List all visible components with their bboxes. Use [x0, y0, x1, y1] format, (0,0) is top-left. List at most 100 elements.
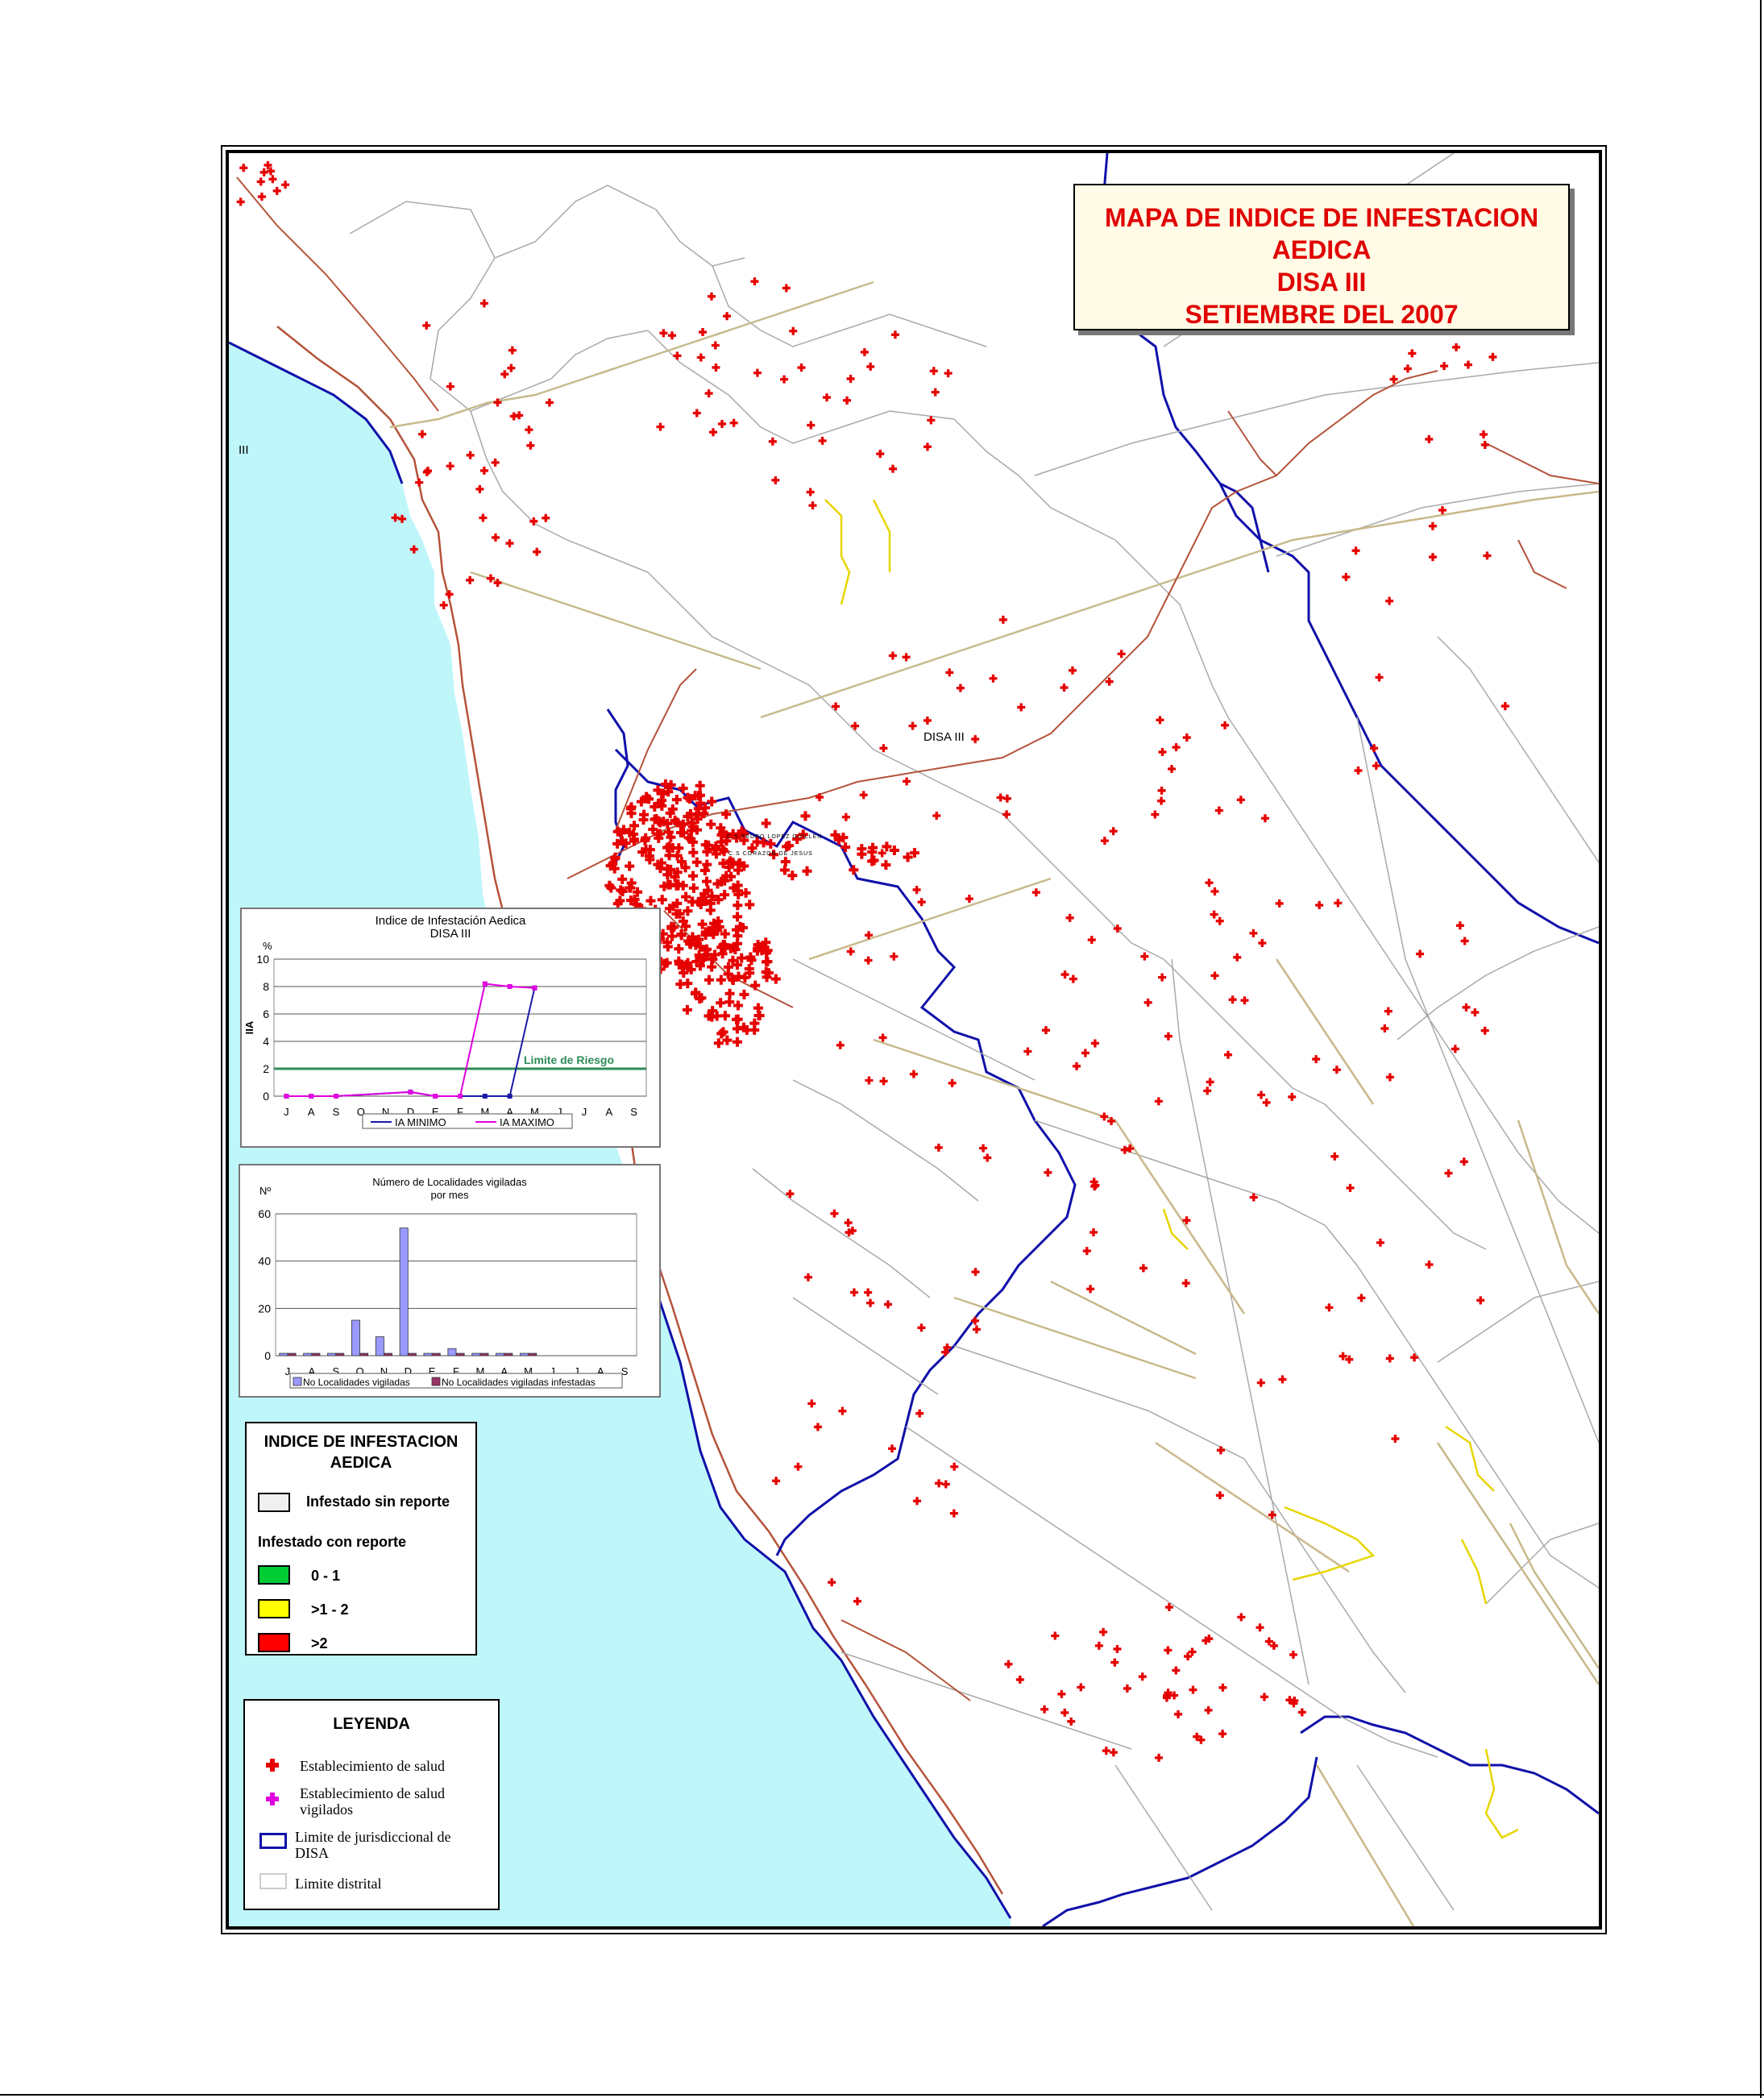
- health-facility-marker[interactable]: [439, 600, 448, 609]
- health-facility-marker[interactable]: [707, 962, 717, 972]
- health-facility-marker[interactable]: [1262, 1098, 1271, 1107]
- health-facility-marker[interactable]: [1389, 375, 1398, 384]
- health-facility-marker[interactable]: [479, 513, 488, 522]
- health-facility-marker[interactable]: [888, 1444, 897, 1453]
- health-facility-marker[interactable]: [971, 1268, 980, 1277]
- health-facility-marker[interactable]: [656, 422, 665, 431]
- health-facility-marker[interactable]: [1275, 899, 1284, 908]
- health-facility-marker[interactable]: [1089, 1228, 1098, 1236]
- health-facility-marker[interactable]: [807, 1399, 816, 1408]
- health-facility-marker[interactable]: [864, 1288, 873, 1297]
- health-facility-marker[interactable]: [836, 1041, 845, 1049]
- health-facility-marker[interactable]: [682, 1004, 692, 1015]
- health-facility-marker[interactable]: [1476, 1296, 1485, 1305]
- health-facility-marker[interactable]: [691, 857, 702, 867]
- health-facility-marker[interactable]: [923, 716, 932, 725]
- health-facility-marker[interactable]: [1117, 650, 1126, 658]
- health-facility-marker[interactable]: [667, 331, 676, 340]
- health-facility-marker[interactable]: [257, 193, 266, 201]
- health-facility-marker[interactable]: [927, 416, 936, 425]
- health-facility-marker[interactable]: [782, 284, 791, 293]
- health-facility-marker[interactable]: [761, 818, 771, 829]
- health-facility-marker[interactable]: [1073, 1061, 1081, 1070]
- health-facility-marker[interactable]: [1210, 887, 1219, 896]
- health-facility-marker[interactable]: [909, 1070, 918, 1078]
- health-facility-marker[interactable]: [1041, 1026, 1050, 1035]
- health-facility-marker[interactable]: [828, 1578, 836, 1587]
- health-facility-marker[interactable]: [979, 1144, 988, 1153]
- health-facility-marker[interactable]: [846, 947, 855, 956]
- health-facility-marker[interactable]: [917, 1323, 926, 1332]
- health-facility-marker[interactable]: [846, 374, 855, 383]
- health-facility-marker[interactable]: [913, 1497, 922, 1506]
- health-facility-marker[interactable]: [466, 575, 475, 584]
- health-facility-marker[interactable]: [935, 1479, 944, 1488]
- health-facility-marker[interactable]: [1077, 1683, 1085, 1692]
- health-facility-marker[interactable]: [1120, 1145, 1129, 1154]
- health-facility-marker[interactable]: [505, 539, 514, 548]
- health-facility-marker[interactable]: [1164, 1032, 1173, 1041]
- health-facility-marker[interactable]: [698, 328, 707, 337]
- health-facility-marker[interactable]: [1002, 810, 1011, 819]
- health-facility-marker[interactable]: [1416, 949, 1425, 958]
- health-facility-marker[interactable]: [1488, 352, 1497, 361]
- health-facility-marker[interactable]: [466, 451, 475, 459]
- health-facility-marker[interactable]: [446, 462, 454, 471]
- health-facility-marker[interactable]: [729, 418, 738, 427]
- health-facility-marker[interactable]: [281, 181, 290, 189]
- health-facility-marker[interactable]: [912, 885, 921, 894]
- health-facility-marker[interactable]: [732, 1024, 742, 1034]
- health-facility-marker[interactable]: [486, 574, 495, 583]
- health-facility-marker[interactable]: [1256, 1378, 1265, 1387]
- health-facility-marker[interactable]: [1210, 971, 1219, 980]
- health-facility-marker[interactable]: [625, 861, 635, 871]
- health-facility-marker[interactable]: [1051, 1631, 1060, 1640]
- health-facility-marker[interactable]: [1330, 1152, 1339, 1161]
- health-facility-marker[interactable]: [479, 299, 488, 308]
- health-facility-marker[interactable]: [1109, 827, 1118, 836]
- health-facility-marker[interactable]: [1157, 786, 1166, 795]
- health-facility-marker[interactable]: [1164, 1646, 1173, 1655]
- health-facility-marker[interactable]: [1459, 1157, 1468, 1166]
- health-facility-marker[interactable]: [1082, 1247, 1091, 1256]
- health-facility-marker[interactable]: [840, 842, 851, 853]
- health-facility-marker[interactable]: [903, 777, 911, 786]
- health-facility-marker[interactable]: [1269, 1641, 1278, 1650]
- health-facility-marker[interactable]: [1139, 1264, 1148, 1273]
- health-facility-marker[interactable]: [696, 353, 705, 362]
- health-facility-marker[interactable]: [879, 1077, 888, 1086]
- health-facility-marker[interactable]: [1060, 1708, 1069, 1717]
- health-facility-marker[interactable]: [500, 370, 509, 379]
- health-facility-marker[interactable]: [1203, 1086, 1212, 1095]
- health-facility-marker[interactable]: [1172, 1666, 1181, 1675]
- health-facility-marker[interactable]: [1471, 1008, 1480, 1017]
- health-facility-marker[interactable]: [1154, 1097, 1163, 1106]
- health-facility-marker[interactable]: [866, 1298, 875, 1307]
- health-facility-marker[interactable]: [475, 484, 484, 493]
- health-facility-marker[interactable]: [705, 905, 716, 916]
- health-facility-marker[interactable]: [902, 653, 911, 662]
- health-facility-marker[interactable]: [526, 441, 535, 450]
- health-facility-marker[interactable]: [1100, 837, 1109, 845]
- health-facility-marker[interactable]: [1260, 814, 1269, 823]
- health-facility-marker[interactable]: [1069, 974, 1077, 983]
- health-facility-marker[interactable]: [807, 421, 816, 430]
- health-facility-marker[interactable]: [789, 326, 798, 335]
- health-facility-marker[interactable]: [815, 793, 824, 802]
- health-facility-marker[interactable]: [415, 478, 424, 487]
- health-facility-marker[interactable]: [1040, 1705, 1049, 1714]
- health-facility-marker[interactable]: [965, 895, 973, 904]
- health-facility-marker[interactable]: [1155, 1753, 1164, 1762]
- health-facility-marker[interactable]: [1184, 1652, 1193, 1661]
- health-facility-marker[interactable]: [753, 368, 762, 377]
- health-facility-marker[interactable]: [1357, 1294, 1366, 1302]
- health-facility-marker[interactable]: [770, 974, 781, 984]
- health-facility-marker[interactable]: [1258, 939, 1267, 948]
- health-facility-marker[interactable]: [724, 997, 735, 1007]
- health-facility-marker[interactable]: [1354, 766, 1363, 775]
- health-facility-marker[interactable]: [1205, 879, 1214, 887]
- health-facility-marker[interactable]: [797, 364, 806, 372]
- health-facility-marker[interactable]: [888, 651, 897, 660]
- health-facility-marker[interactable]: [1403, 364, 1412, 373]
- health-facility-marker[interactable]: [239, 164, 248, 172]
